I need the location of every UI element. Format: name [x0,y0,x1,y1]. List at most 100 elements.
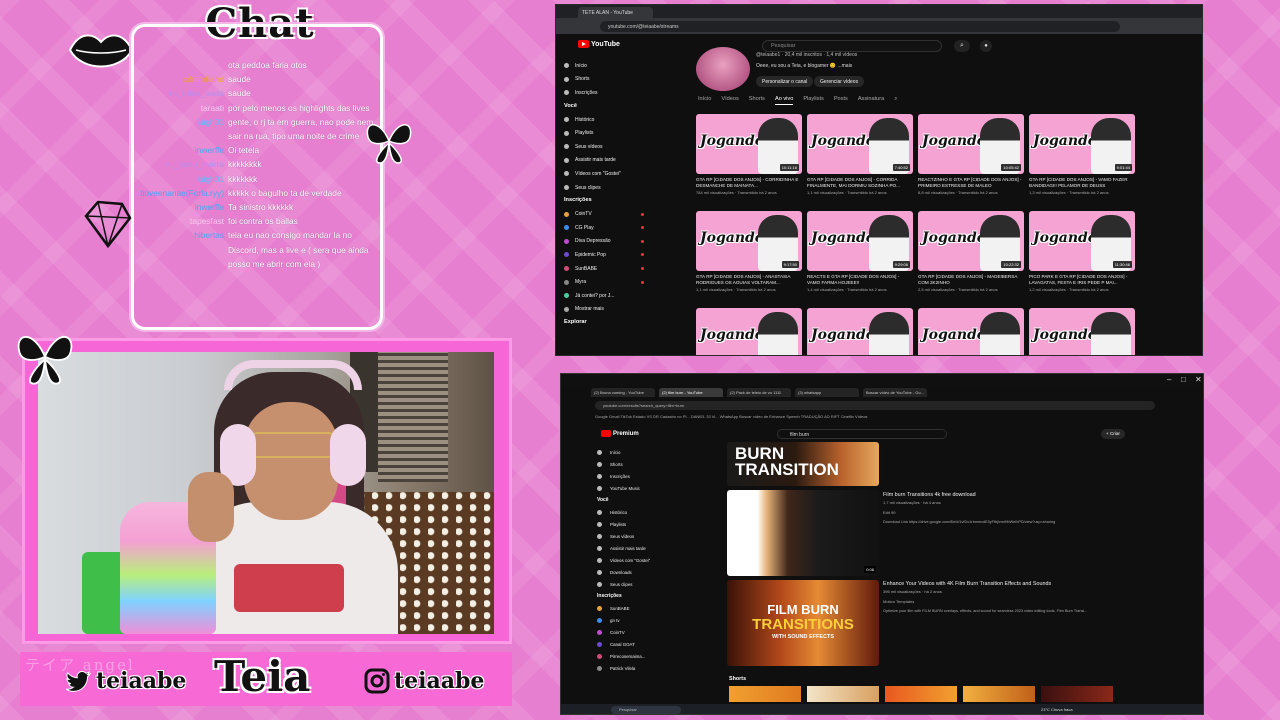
video-thumbnail[interactable]: Jogando [1029,308,1135,355]
sidebar-item[interactable]: Início [560,59,648,73]
youtube-premium-logo[interactable]: Premium [601,430,639,437]
sidebar-section-subscriptions[interactable]: Inscrições [597,590,687,602]
chat-username[interactable]: luigh01 [133,115,228,143]
sidebar-section-you[interactable]: Você [597,494,687,506]
sidebar-subscription[interactable]: Diva Depressão [560,235,648,249]
video-thumbnail[interactable]: Jogando 7:40:52 [807,114,913,174]
search-icon[interactable]: ⌕ [954,40,970,52]
browser-tab[interactable]: TETE ALAN - YouTube [578,7,653,18]
browser-tab[interactable]: (3) whatsapp [795,388,859,397]
channel-tab[interactable]: Posts [834,96,848,105]
browser-tab[interactable]: (2) Bruna coming - YouTube [591,388,655,397]
sidebar-subscription[interactable]: Já contei? por J... [560,289,648,303]
channel-tab[interactable]: Shorts [749,96,765,105]
channel-tab[interactable]: Início [698,96,711,105]
channel-tab[interactable]: Playlists [803,96,824,105]
video-title[interactable]: GTA RP [CIDADE DOS ANJOS] - CORRIDA FINA… [807,177,913,189]
video-thumbnail[interactable]: BURN TRANSITION [727,442,879,486]
taskbar-search[interactable]: Pesquisar [611,706,681,714]
chat-username[interactable]: inwerffe [133,143,228,157]
video-card[interactable]: Jogando 9:29:06 REACTS E GTA RP [CIDADE DO… [807,211,913,292]
close-icon[interactable]: ✕ [1195,375,1202,384]
browser-tab[interactable]: (2) film burn - YouTube [659,388,723,397]
shorts-thumbnail[interactable] [1041,686,1113,702]
video-title[interactable]: REACTS E GTA RP [CIDADE DOS ANJOS] - VAM… [807,274,913,286]
address-bar[interactable]: youtube.com/@teiaabe/streams [600,21,1120,32]
video-card[interactable]: Jogando 7:40:52 GTA RP [CIDADE DOS ANJOS] … [807,114,913,195]
channel-tab[interactable]: Assinatura [858,96,884,105]
address-bar[interactable]: youtube.com/results?search_query=film+bu… [595,401,1155,410]
minimize-icon[interactable]: – [1167,375,1171,384]
video-thumbnail[interactable]: Jogando 9:17:50 [696,211,802,271]
video-thumbnail[interactable]: FILM BURN TRANSITIONS WITH SOUND EFFECTS [727,580,879,666]
browser-tab[interactable]: (2) Pack de teleio de vo 1111 [727,388,791,397]
video-title[interactable]: REACTZINHO E GTA RP [CIDADE DOS ANJOS] -… [918,177,1024,189]
sidebar-subscription[interactable]: CoinTV [560,207,648,221]
sidebar-item[interactable]: Vídeos com "Gostei" [597,554,687,566]
chat-username[interactable]: inwerffe [133,200,228,214]
video-card[interactable]: Jogando [918,308,1024,355]
sidebar-item[interactable]: Seus vídeos [597,530,687,542]
video-card[interactable]: Jogando 9:17:50 GTA RP [CIDADE DOS ANJOS] … [696,211,802,292]
sidebar-subscription[interactable]: Pirrecosemaima... [597,650,687,662]
sidebar-item[interactable]: Playlists [560,126,648,140]
sidebar-item[interactable]: Shorts [597,458,687,470]
sidebar-item[interactable]: Seus clipes [597,578,687,590]
sidebar-subscription[interactable]: CoinTV [597,626,687,638]
browser-tab[interactable]: Buscar vídeo de YouTube - Go... [863,388,927,397]
video-card[interactable]: Jogando 10:05:42 REACTZINHO E GTA RP [CIDA… [918,114,1024,195]
video-card[interactable]: Jogando 11:30:46 PICO PARK E GTA RP [CIDAD… [1029,211,1135,292]
video-thumbnail[interactable]: Jogando [807,308,913,355]
sidebar-item[interactable]: Histórico [597,506,687,518]
video-title[interactable]: Film burn Transitions 4k free download [883,492,976,498]
sidebar-item[interactable]: Início [597,446,687,458]
sidebar-item[interactable]: Assistir mais tarde [560,154,648,168]
chat-username[interactable] [133,58,228,72]
video-thumbnail[interactable]: Jogando 9:01:44 [1029,114,1135,174]
search-input[interactable]: film burn [777,429,947,439]
sidebar-item[interactable]: Shorts [560,73,648,87]
video-thumbnail[interactable]: Jogando 10:05:42 [918,114,1024,174]
search-input[interactable]: Pesquisar [762,40,942,52]
video-card[interactable]: Jogando [807,308,913,355]
video-card[interactable]: Jogando [696,308,802,355]
chat-username[interactable]: cdnimhand [133,72,228,86]
shorts-thumbnail[interactable] [963,686,1035,702]
video-thumbnail[interactable]: 0:06 [727,490,879,576]
video-thumbnail[interactable]: Jogando [696,308,802,355]
youtube-logo[interactable]: YouTube [578,40,620,48]
sidebar-subscription[interactable]: Mostrar mais [560,303,648,317]
video-title[interactable]: GTA RP [CIDADE DOS ANJOS] - MADEIBERSA C… [918,274,1024,286]
channel-description[interactable]: Oeee, eu sou a Teia, e blogamer 😊 ...mai… [756,63,852,69]
customize-channel-button[interactable]: Personalizar o canal [756,76,814,87]
video-title[interactable]: GTA RP [CIDADE DOS ANJOS] - CORRIDINHA E… [696,177,802,189]
shorts-thumbnail[interactable] [885,686,957,702]
sidebar-item[interactable]: Vídeos com "Gostei" [560,167,648,181]
channel-tab[interactable]: Vídeos [721,96,738,105]
maximize-icon[interactable]: □ [1181,375,1186,384]
sidebar-subscription[interactable]: Canal GOAT [597,638,687,650]
sidebar-item[interactable]: Histórico [560,113,648,127]
sidebar-item[interactable]: Assistir mais tarde [597,542,687,554]
sidebar-subscription[interactable]: Myra [560,275,648,289]
sidebar-item[interactable]: Playlists [597,518,687,530]
channel-avatar[interactable] [696,47,750,91]
sidebar-item[interactable]: Seus vídeos [560,140,648,154]
video-title[interactable]: GTA RP [CIDADE DOS ANJOS] - ANASTASIA RO… [696,274,802,286]
sidebar-item[interactable]: Inscrições [597,470,687,482]
sidebar-subscription[interactable]: gn tv [597,614,687,626]
video-title[interactable]: GTA RP [CIDADE DOS ANJOS] - VAMO FAZER B… [1029,177,1135,189]
video-thumbnail[interactable]: Jogando 10:22:32 [918,211,1024,271]
video-thumbnail[interactable]: Jogando 11:30:46 [1029,211,1135,271]
chat-username[interactable]: tapesfast [133,214,228,228]
sidebar-subscription[interactable]: SunBABE [560,262,648,276]
sidebar-item[interactable]: Downloads [597,566,687,578]
video-card[interactable]: Jogando 9:01:44 GTA RP [CIDADE DOS ANJOS] … [1029,114,1135,195]
video-title[interactable]: Enhance Your Videos with 4K Film Burn Tr… [883,581,1051,587]
video-card[interactable]: Jogando [1029,308,1135,355]
video-thumbnail[interactable]: Jogando 9:29:06 [807,211,913,271]
sidebar-item[interactable]: Seus clipes [560,181,648,195]
video-card[interactable]: Jogando 10:11:16 GTA RP [CIDADE DOS ANJOS]… [696,114,802,195]
video-thumbnail[interactable]: Jogando 10:11:16 [696,114,802,174]
bookmarks-bar[interactable]: Google Gmail TikTok Estado VS DR Cadastr… [595,414,1165,422]
